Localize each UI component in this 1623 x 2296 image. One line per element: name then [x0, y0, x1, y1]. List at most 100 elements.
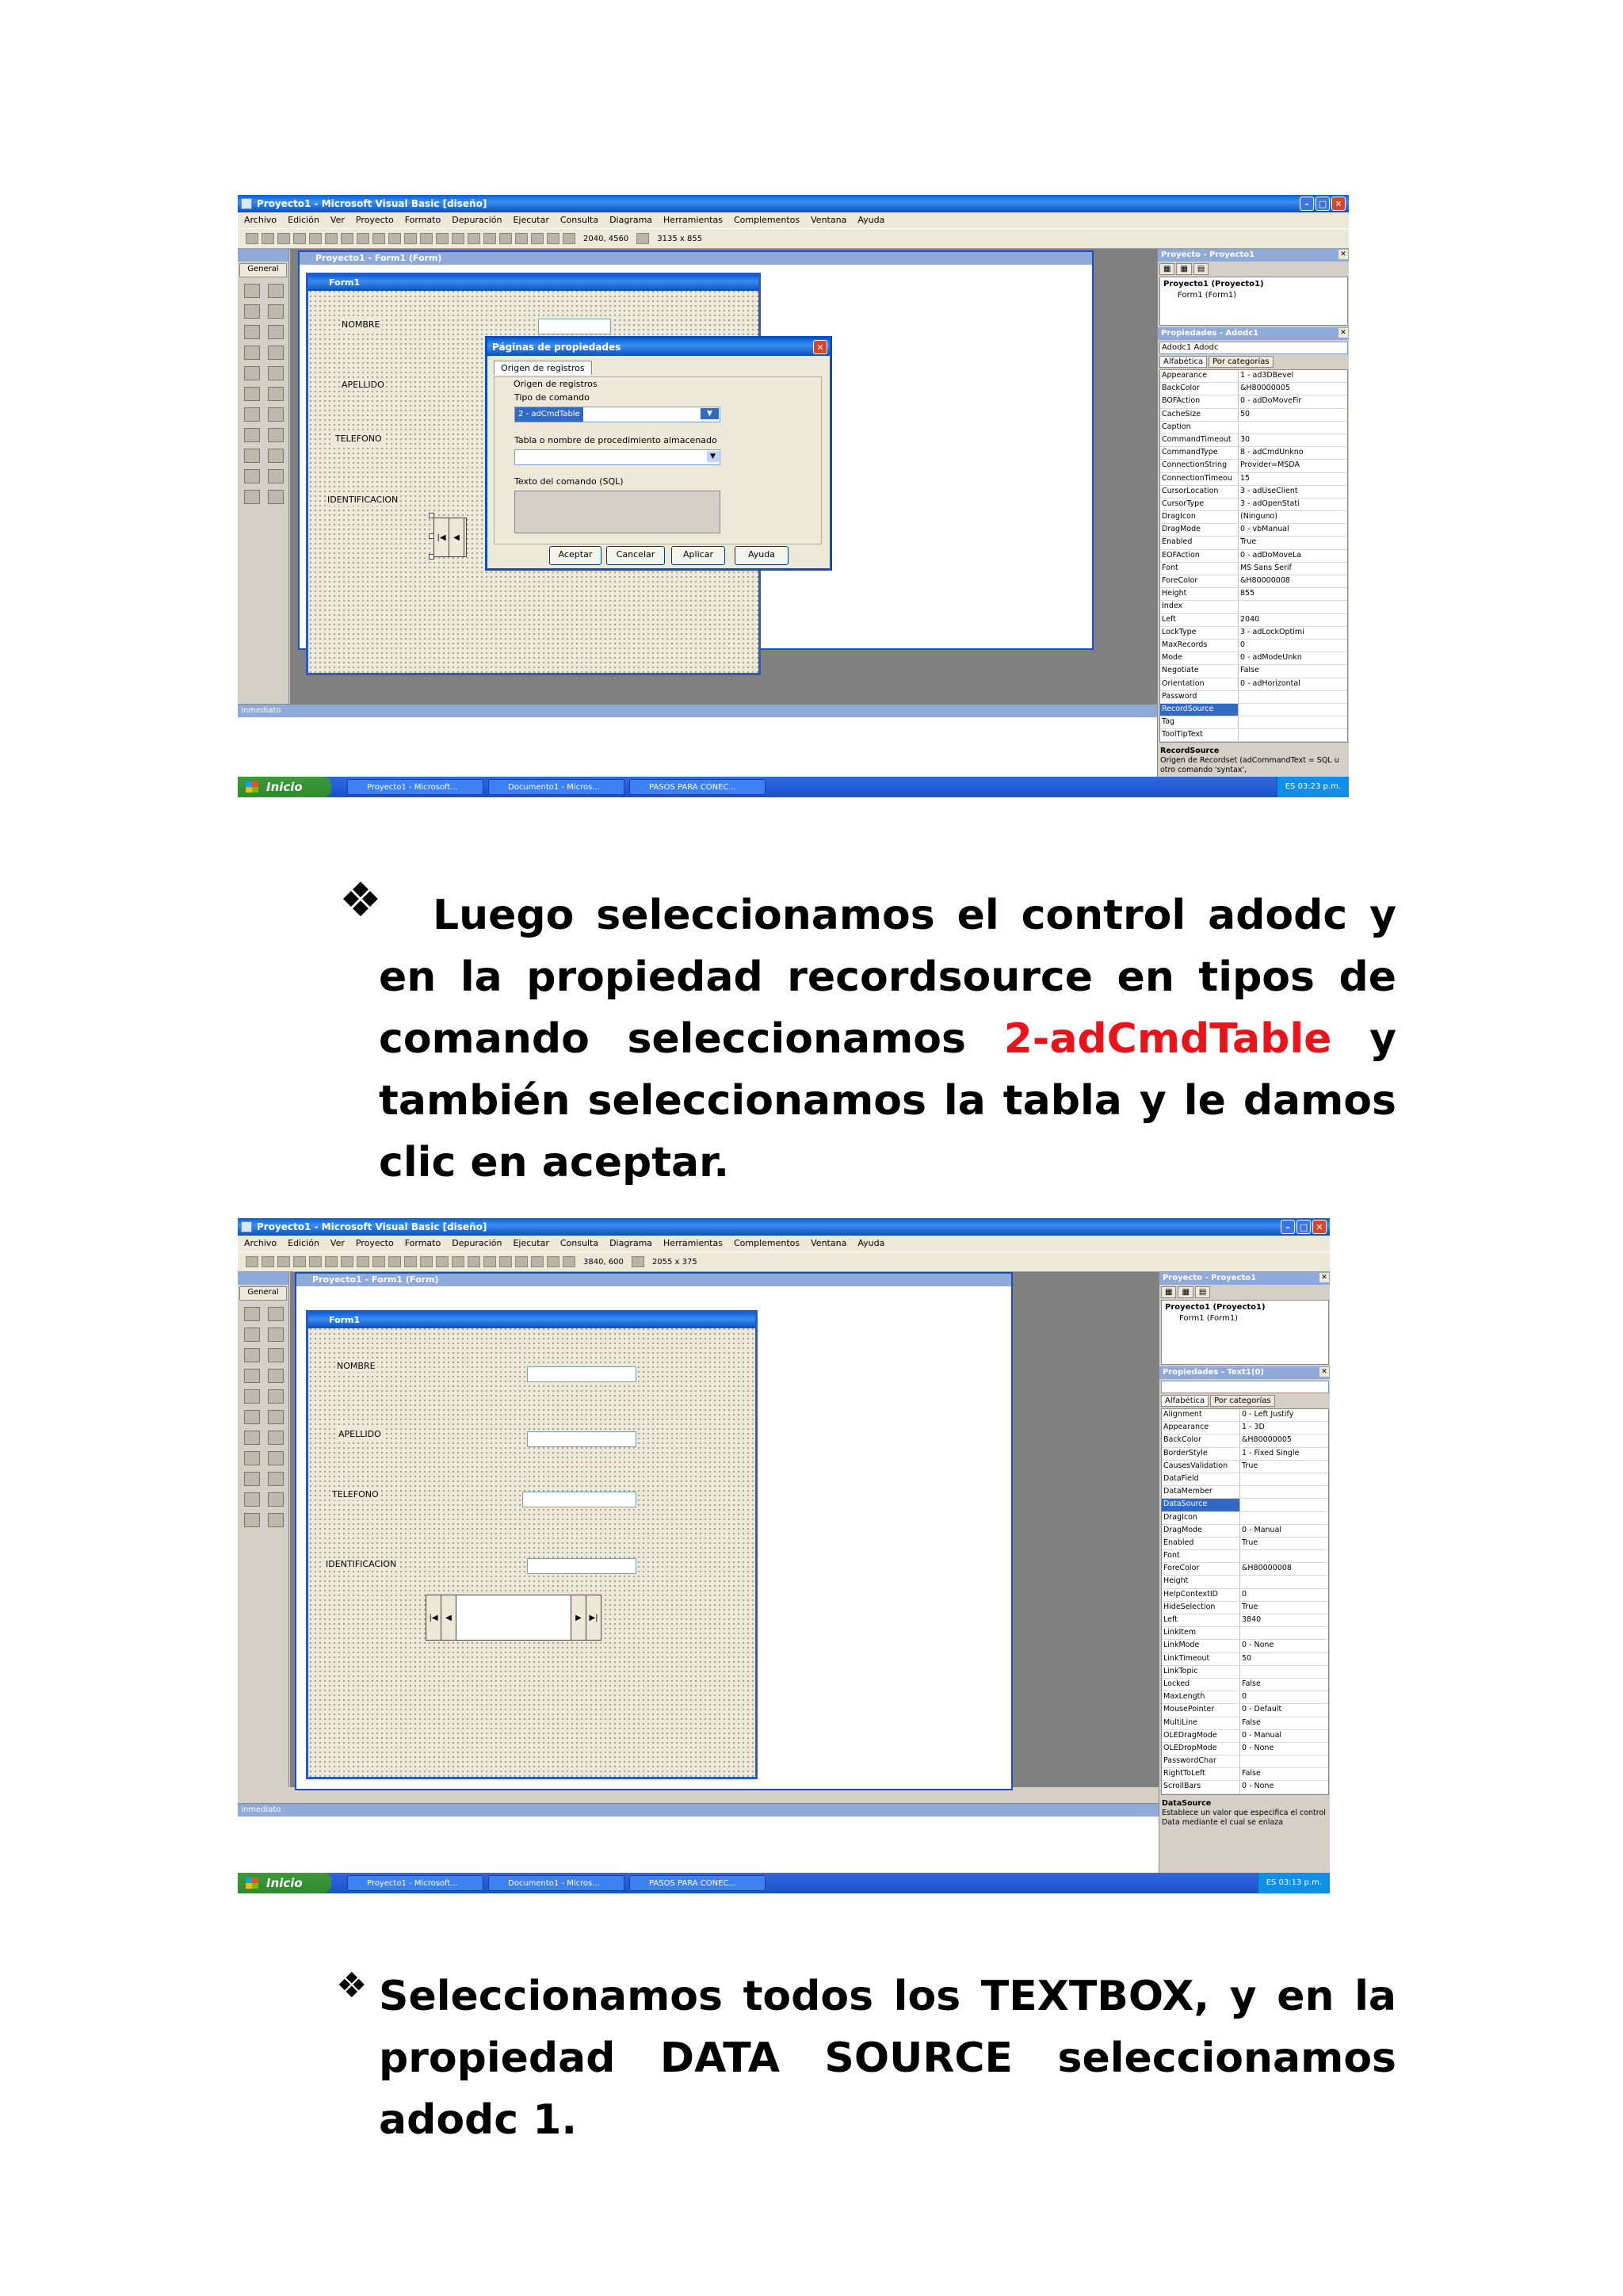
dirlist-tool-icon[interactable] [244, 1451, 260, 1465]
project-explorer-icon[interactable] [468, 1256, 480, 1267]
properties-icon[interactable] [483, 1256, 496, 1267]
timer-tool-icon[interactable] [244, 407, 260, 422]
menu-editor-icon[interactable] [277, 233, 290, 244]
textbox-tool-icon[interactable] [268, 304, 284, 319]
prop-value[interactable]: 0 - adDoMoveFir [1239, 395, 1347, 407]
prop-row[interactable]: CursorLocation 3 - adUseClient [1160, 485, 1347, 499]
toggle-folders-icon[interactable]: ▤ [1194, 1286, 1211, 1298]
prop-value[interactable]: 0 [1240, 1589, 1328, 1601]
textbox-telefono[interactable] [522, 1492, 636, 1507]
prop-value[interactable]: True [1240, 1602, 1328, 1614]
adodc1-control[interactable]: |◀ ◀ ▶ ▶| [426, 1595, 601, 1641]
prop-row[interactable]: ForeColor &H80000008 [1162, 1563, 1328, 1576]
prop-value[interactable] [1239, 704, 1347, 716]
prop-value[interactable]: 0 [1240, 1691, 1328, 1703]
ayuda-button[interactable]: Ayuda [735, 546, 789, 565]
prop-row[interactable]: CommandTimeout 30 [1160, 434, 1347, 448]
tab-por-categorias[interactable]: Por categorías [1209, 356, 1274, 368]
ole-tool-icon[interactable] [244, 490, 260, 504]
object-browser-icon[interactable] [515, 1256, 528, 1267]
prop-row[interactable]: Left 2040 [1160, 613, 1347, 627]
ole-tool-icon[interactable] [244, 1513, 260, 1527]
toolbox-icon[interactable] [531, 233, 544, 244]
start-button[interactable]: Inicio [238, 1873, 331, 1893]
vscroll-tool-icon[interactable] [268, 1410, 284, 1424]
hscroll-tool-icon[interactable] [244, 387, 260, 401]
prop-row[interactable]: DragIcon (Ninguno) [1160, 511, 1347, 525]
data-view-icon[interactable] [547, 1256, 559, 1267]
form1[interactable]: Form1 NOMBRE APELLIDO TELEFONO IDENTIFIC… [306, 1310, 758, 1779]
prop-row[interactable]: Password [1160, 690, 1347, 704]
menu-diagrama[interactable]: Diagrama [609, 212, 652, 228]
menu-ventana[interactable]: Ventana [811, 1236, 846, 1251]
prop-value[interactable]: Provider=MSDA [1239, 460, 1347, 472]
chevron-down-icon[interactable]: ▼ [701, 408, 719, 419]
label-nombre[interactable]: NOMBRE [340, 319, 382, 330]
commandbutton-tool-icon[interactable] [268, 1348, 284, 1362]
tab-alfabetica[interactable]: Alfabética [1159, 356, 1208, 368]
prop-value[interactable]: 1 - ad3DBevel [1239, 370, 1347, 382]
menu-edicion[interactable]: Edición [288, 212, 319, 228]
listbox-tool-icon[interactable] [268, 1389, 284, 1404]
prop-row[interactable]: Locked False [1162, 1678, 1328, 1692]
start-button[interactable]: Inicio [238, 777, 331, 797]
prop-row[interactable]: Left 3840 [1162, 1614, 1328, 1628]
run-icon[interactable] [420, 1256, 433, 1267]
shape-tool-icon[interactable] [244, 1472, 260, 1486]
prop-row[interactable]: Appearance 1 - 3D [1162, 1422, 1328, 1435]
label-apellido[interactable]: APELLIDO [337, 1428, 383, 1440]
prop-value[interactable]: 50 [1240, 1653, 1328, 1665]
image-tool-icon[interactable] [244, 1492, 260, 1507]
close-button[interactable]: ✕ [1312, 1220, 1327, 1234]
command-type-select[interactable]: 2 - adCmdTable ▼ [514, 407, 720, 422]
prop-value[interactable]: 0 [1239, 640, 1347, 651]
prop-row[interactable]: DataMember [1162, 1486, 1328, 1499]
prop-value[interactable]: True [1239, 537, 1347, 548]
line-tool-icon[interactable] [268, 449, 284, 463]
task-vb[interactable]: Proyecto1 - Microsoft... [347, 779, 483, 795]
adodc-tool-icon[interactable] [268, 1513, 284, 1527]
prop-value[interactable]: (Ninguno) [1239, 511, 1347, 523]
prop-row[interactable]: BOFAction 0 - adDoMoveFir [1160, 395, 1347, 409]
drivelist-tool-icon[interactable] [268, 1431, 284, 1445]
optionbutton-tool-icon[interactable] [268, 1369, 284, 1383]
task-vb[interactable]: Proyecto1 - Microsoft... [347, 1875, 483, 1891]
undo-icon[interactable] [388, 233, 401, 244]
prop-row[interactable]: MultiLine False [1162, 1717, 1328, 1730]
prop-row[interactable]: Enabled True [1160, 537, 1347, 550]
toolbox-icon[interactable] [531, 1256, 544, 1267]
prop-row[interactable]: EOFAction 0 - adDoMoveLa [1160, 549, 1347, 563]
first-record-icon[interactable]: |◀ [434, 518, 449, 556]
sql-textarea[interactable] [514, 491, 720, 533]
prop-row[interactable]: Orientation 0 - adHorizontal [1160, 678, 1347, 691]
hscroll-tool-icon[interactable] [244, 1410, 260, 1424]
cancelar-button[interactable]: Cancelar [606, 546, 665, 565]
prop-row[interactable]: LinkMode 0 - None [1162, 1640, 1328, 1653]
menu-ventana[interactable]: Ventana [811, 212, 846, 228]
open-icon[interactable] [293, 1256, 306, 1267]
adodc1-control[interactable]: |◀ ◀ [433, 518, 467, 557]
prop-row[interactable]: LockType 3 - adLockOptimi [1160, 626, 1347, 640]
dialog-close-button[interactable]: ✕ [813, 340, 827, 354]
close-icon[interactable]: ✕ [1319, 1367, 1329, 1377]
chevron-down-icon[interactable]: ▼ [707, 451, 719, 462]
object-browser-icon[interactable] [515, 233, 528, 244]
tree-item-form[interactable]: Form1 (Form1) [1163, 290, 1344, 301]
task-word-pasos[interactable]: PASOS PARA CONEC... [629, 1875, 766, 1891]
prop-row[interactable]: Height 855 [1160, 588, 1347, 602]
prop-value[interactable] [1240, 1755, 1328, 1767]
prop-value[interactable]: 0 - adDoMoveLa [1239, 550, 1347, 562]
combobox-tool-icon[interactable] [244, 1389, 260, 1404]
prop-value[interactable]: 3 - adLockOptimi [1239, 627, 1347, 639]
prop-row[interactable]: RecordSource [1160, 703, 1347, 717]
next-record-icon[interactable]: ▶ [571, 1595, 586, 1640]
object-select[interactable]: Adodc1 Adodc [1159, 342, 1348, 354]
stop-icon[interactable] [452, 233, 464, 244]
prop-row[interactable]: CausesValidation True [1162, 1460, 1328, 1473]
prop-value[interactable]: &H80000005 [1240, 1435, 1328, 1446]
menu-formato[interactable]: Formato [405, 1236, 441, 1251]
prop-row[interactable]: DragMode 0 - vbManual [1160, 524, 1347, 537]
menu-proyecto[interactable]: Proyecto [356, 1236, 394, 1251]
label-tool-icon[interactable] [244, 1328, 260, 1342]
menu-ayuda[interactable]: Ayuda [857, 1236, 884, 1251]
